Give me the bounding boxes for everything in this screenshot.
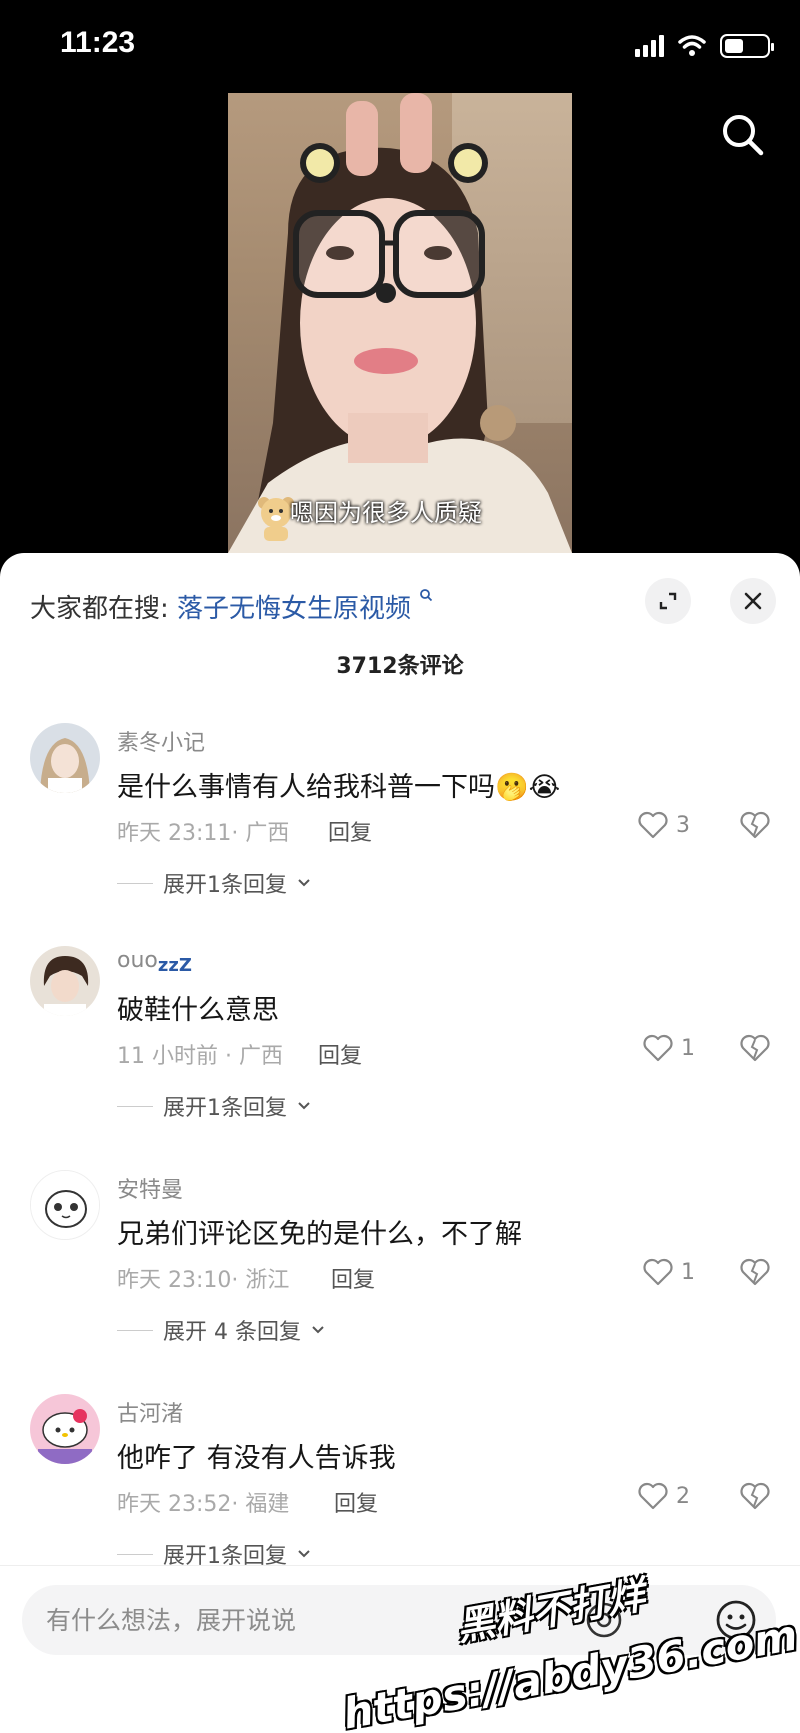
- trending-search-prefix: 大家都在搜:: [30, 594, 169, 624]
- expand-replies-label: 展开1条回复: [163, 1096, 287, 1121]
- sleep-zzz-icon: zzZ: [157, 955, 192, 976]
- comment-username[interactable]: 古河渚: [117, 1396, 183, 1428]
- comment-item: 素冬小记 是什么事情有人给我科普一下吗🫢😭 昨天 23:11· 广西 回复 3 …: [0, 723, 800, 923]
- comment-username[interactable]: 安特曼: [117, 1172, 183, 1204]
- like-button[interactable]: 2: [638, 1482, 690, 1510]
- comment-item: ouozzZ 破鞋什么意思 11 小时前 · 广西 回复 1 展开1条回复: [0, 946, 800, 1146]
- close-icon: [744, 592, 762, 610]
- chevron-down-icon: [298, 879, 310, 887]
- chevron-down-icon: [298, 1550, 310, 1558]
- avatar[interactable]: [30, 946, 100, 1016]
- reply-button[interactable]: 回复: [334, 1486, 378, 1518]
- like-count: 1: [681, 1035, 695, 1061]
- like-button[interactable]: 1: [643, 1034, 695, 1062]
- dislike-broken-heart-icon[interactable]: [740, 811, 770, 839]
- comment-item: 古河渚 他咋了 有没有人告诉我 昨天 23:52· 福建 回复 2 展开1条回复: [0, 1394, 800, 1594]
- video-frame-illustration: [228, 93, 572, 553]
- reply-button[interactable]: 回复: [328, 815, 372, 847]
- video-player[interactable]: 嗯因为很多人质疑: [228, 93, 572, 553]
- comment-text: 兄弟们评论区免的是什么，不了解: [117, 1219, 522, 1250]
- battery-icon: [720, 34, 774, 58]
- heart-icon: [638, 1482, 668, 1510]
- comment-meta: 昨天 23:10· 浙江: [117, 1268, 290, 1293]
- comment-username[interactable]: 素冬小记: [117, 725, 205, 757]
- heart-icon: [643, 1034, 673, 1062]
- trending-search-keyword[interactable]: 落子无悔女生原视频: [177, 594, 411, 624]
- comment-username-text: ouo: [117, 948, 158, 973]
- status-time: 11:23: [60, 26, 136, 59]
- dislike-broken-heart-icon[interactable]: [740, 1034, 770, 1062]
- avatar[interactable]: [30, 1170, 100, 1240]
- heart-icon: [643, 1258, 673, 1286]
- divider-dash: [117, 1553, 153, 1555]
- expand-replies-label: 展开 4 条回复: [163, 1320, 301, 1345]
- like-button[interactable]: 1: [643, 1258, 695, 1286]
- expand-replies-label: 展开1条回复: [163, 873, 287, 898]
- comment-meta: 昨天 23:52· 福建: [117, 1492, 290, 1517]
- heart-icon: [638, 811, 668, 839]
- comment-text: 破鞋什么意思: [117, 995, 279, 1026]
- battery-level: [725, 39, 743, 53]
- avatar[interactable]: [30, 723, 100, 793]
- chevron-down-icon: [312, 1326, 324, 1334]
- status-bar: 11:23: [0, 0, 800, 90]
- video-caption: 嗯因为很多人质疑: [290, 499, 482, 527]
- search-icon[interactable]: [718, 110, 768, 160]
- like-button[interactable]: 3: [638, 811, 690, 839]
- avatar[interactable]: [30, 1394, 100, 1464]
- comment-meta: 昨天 23:11· 广西: [117, 821, 290, 846]
- expand-replies-button[interactable]: 展开 4 条回复: [117, 1314, 325, 1346]
- divider-dash: [117, 882, 153, 884]
- reply-button[interactable]: 回复: [331, 1262, 375, 1294]
- reply-button[interactable]: 回复: [318, 1038, 362, 1070]
- comment-meta: 11 小时前 · 广西: [117, 1044, 283, 1069]
- like-count: 2: [676, 1483, 690, 1509]
- cellular-signal-icon: [635, 35, 664, 57]
- like-count: 1: [681, 1259, 695, 1285]
- dislike-broken-heart-icon[interactable]: [740, 1258, 770, 1286]
- expand-icon: [659, 592, 677, 610]
- divider-dash: [117, 1329, 153, 1331]
- comment-username[interactable]: ouozzZ: [117, 948, 192, 976]
- divider-dash: [117, 1105, 153, 1107]
- trending-search[interactable]: 大家都在搜: 落子无悔女生原视频: [30, 588, 433, 625]
- comment-input[interactable]: [46, 1600, 446, 1640]
- expand-replies-button[interactable]: 展开1条回复: [117, 1090, 311, 1122]
- status-icons: [635, 34, 774, 58]
- dislike-broken-heart-icon[interactable]: [740, 1482, 770, 1510]
- input-divider: [0, 1565, 800, 1566]
- comment-text: 是什么事情有人给我科普一下吗🫢😭: [117, 765, 560, 804]
- comment-emojis: 🫢😭: [495, 772, 561, 803]
- wifi-icon: [678, 35, 706, 56]
- chevron-down-icon: [298, 1102, 310, 1110]
- close-button[interactable]: [730, 578, 776, 624]
- search-small-icon: [420, 589, 433, 602]
- comment-body: 是什么事情有人给我科普一下吗: [117, 772, 495, 803]
- expand-button[interactable]: [645, 578, 691, 624]
- expand-replies-button[interactable]: 展开1条回复: [117, 867, 311, 899]
- comment-item: 安特曼 兄弟们评论区免的是什么，不了解 昨天 23:10· 浙江 回复 1 展开…: [0, 1170, 800, 1370]
- like-count: 3: [676, 812, 690, 838]
- comment-text: 他咋了 有没有人告诉我: [117, 1443, 396, 1474]
